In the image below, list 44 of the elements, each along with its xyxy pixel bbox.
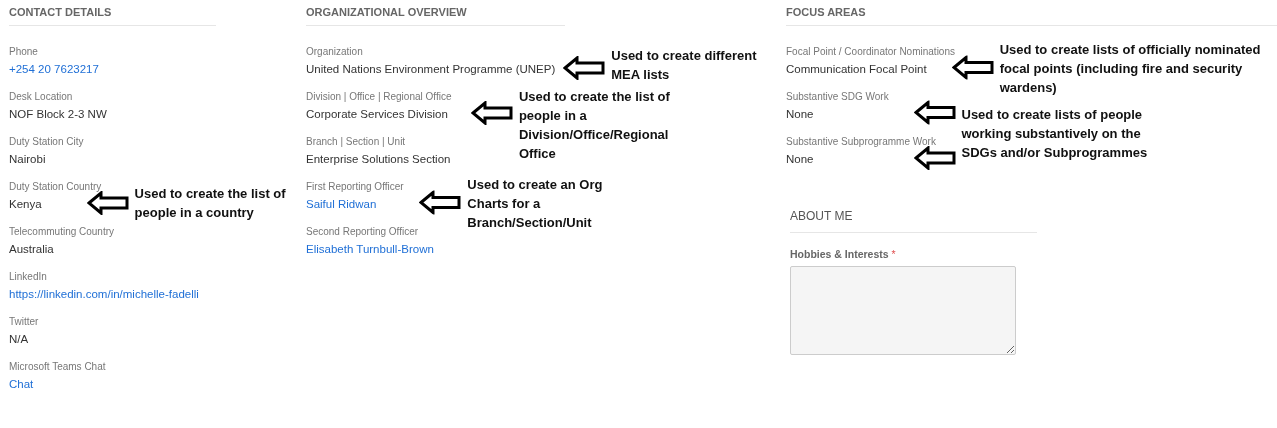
- annotation-note: Used to create different MEA lists: [611, 46, 758, 84]
- annotation-note: Used to create lists of officially nominated focal points (including fire and security wardens): [999, 40, 1262, 96]
- field-label: Duty Station Country: [9, 180, 102, 194]
- field-value: United Nations Environment Programme (UNEP): [306, 62, 556, 77]
- field-value: N/A: [9, 332, 29, 347]
- field-link[interactable]: +254 20 7623217: [9, 61, 99, 78]
- field-link[interactable]: Chat: [9, 376, 34, 393]
- text-area[interactable]: [790, 266, 1016, 355]
- field-label: Substantive Subprogramme Work: [786, 135, 936, 149]
- field-label: Second Reporting Officer: [306, 225, 419, 239]
- field-label: Microsoft Teams Chat: [9, 360, 106, 374]
- section-heading: FOCUS AREAS: [786, 4, 1277, 26]
- field-label: LinkedIn: [9, 270, 47, 284]
- field-value: None: [786, 152, 814, 167]
- field-label: Organization: [306, 45, 363, 59]
- annotation-note: Used to create the list of people in a Division/Office/Regional Office: [518, 87, 671, 163]
- field-label: Focal Point / Coordinator Nominations: [786, 45, 955, 59]
- annotation-note: Used to create lists of people working substantively on the SDGs and/or Subprogrammes: [961, 105, 1149, 161]
- field-label: Duty Station City: [9, 135, 84, 149]
- field-value: Corporate Services Division: [306, 107, 448, 122]
- field-value: Australia: [9, 242, 54, 257]
- annotation-note: Used to create an Org Charts for a Branch/Section/Unit: [467, 175, 604, 231]
- field-value: NOF Block 2-3 NW: [9, 107, 107, 122]
- field-link[interactable]: Elisabeth Turnbull-Brown: [306, 241, 434, 258]
- field-label: Hobbies & Interests *: [790, 248, 897, 260]
- field-label: Desk Location: [9, 90, 73, 104]
- section-heading: CONTACT DETAILS: [9, 4, 216, 26]
- field-value: Nairobi: [9, 152, 46, 167]
- section-heading: ORGANIZATIONAL OVERVIEW: [306, 4, 565, 26]
- field-link[interactable]: https://linkedin.com/in/michelle-fadelli: [9, 286, 199, 303]
- field-label: Branch | Section | Unit: [306, 135, 406, 149]
- field-label: First Reporting Officer: [306, 180, 404, 194]
- field-label: Twitter: [9, 315, 39, 329]
- section-heading: ABOUT ME: [790, 209, 1037, 233]
- field-label: Division | Office | Regional Office: [306, 90, 452, 104]
- field-value: Kenya: [9, 197, 42, 212]
- field-label: Substantive SDG Work: [786, 90, 889, 104]
- field-value: Enterprise Solutions Section: [306, 152, 451, 167]
- field-label: Telecommuting Country: [9, 225, 115, 239]
- field-value: None: [786, 107, 814, 122]
- annotation-note: Used to create the list of people in a country: [134, 184, 287, 222]
- field-label: Phone: [9, 45, 38, 59]
- field-link[interactable]: Saiful Ridwan: [306, 196, 377, 213]
- field-value: Communication Focal Point: [786, 62, 927, 77]
